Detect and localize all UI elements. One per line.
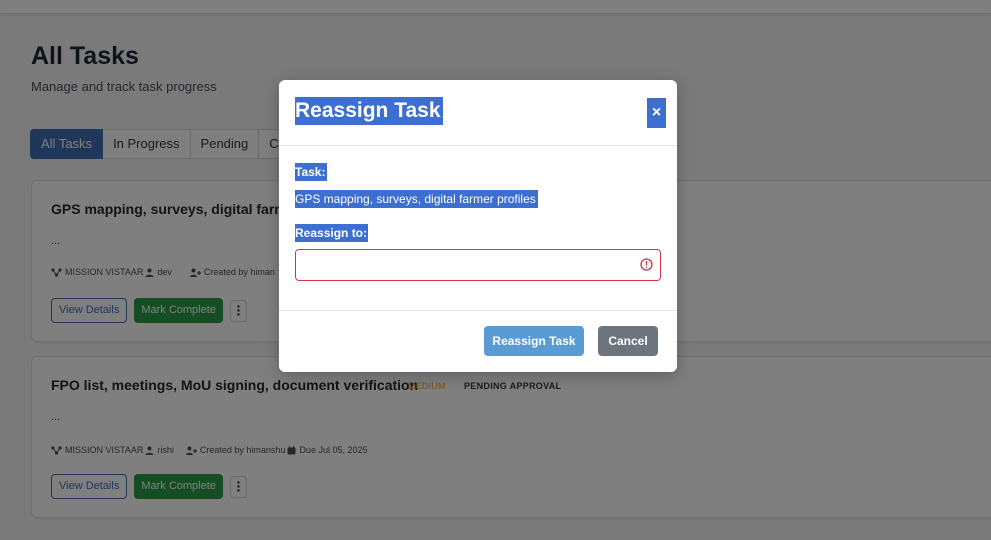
cancel-button[interactable]: Cancel: [598, 326, 658, 356]
error-icon: [640, 258, 653, 271]
reassign-to-input[interactable]: [295, 249, 661, 281]
modal-header: Reassign Task ×: [279, 80, 677, 146]
modal-title: Reassign Task: [295, 97, 443, 125]
reassign-task-modal: Reassign Task × Task: GPS mapping, surve…: [279, 80, 677, 372]
close-icon[interactable]: ×: [647, 98, 666, 128]
task-name: GPS mapping, surveys, digital farmer pro…: [295, 190, 538, 208]
reassign-task-button[interactable]: Reassign Task: [484, 326, 584, 356]
task-label: Task:: [295, 163, 328, 181]
reassign-to-label: Reassign to:: [295, 224, 369, 242]
